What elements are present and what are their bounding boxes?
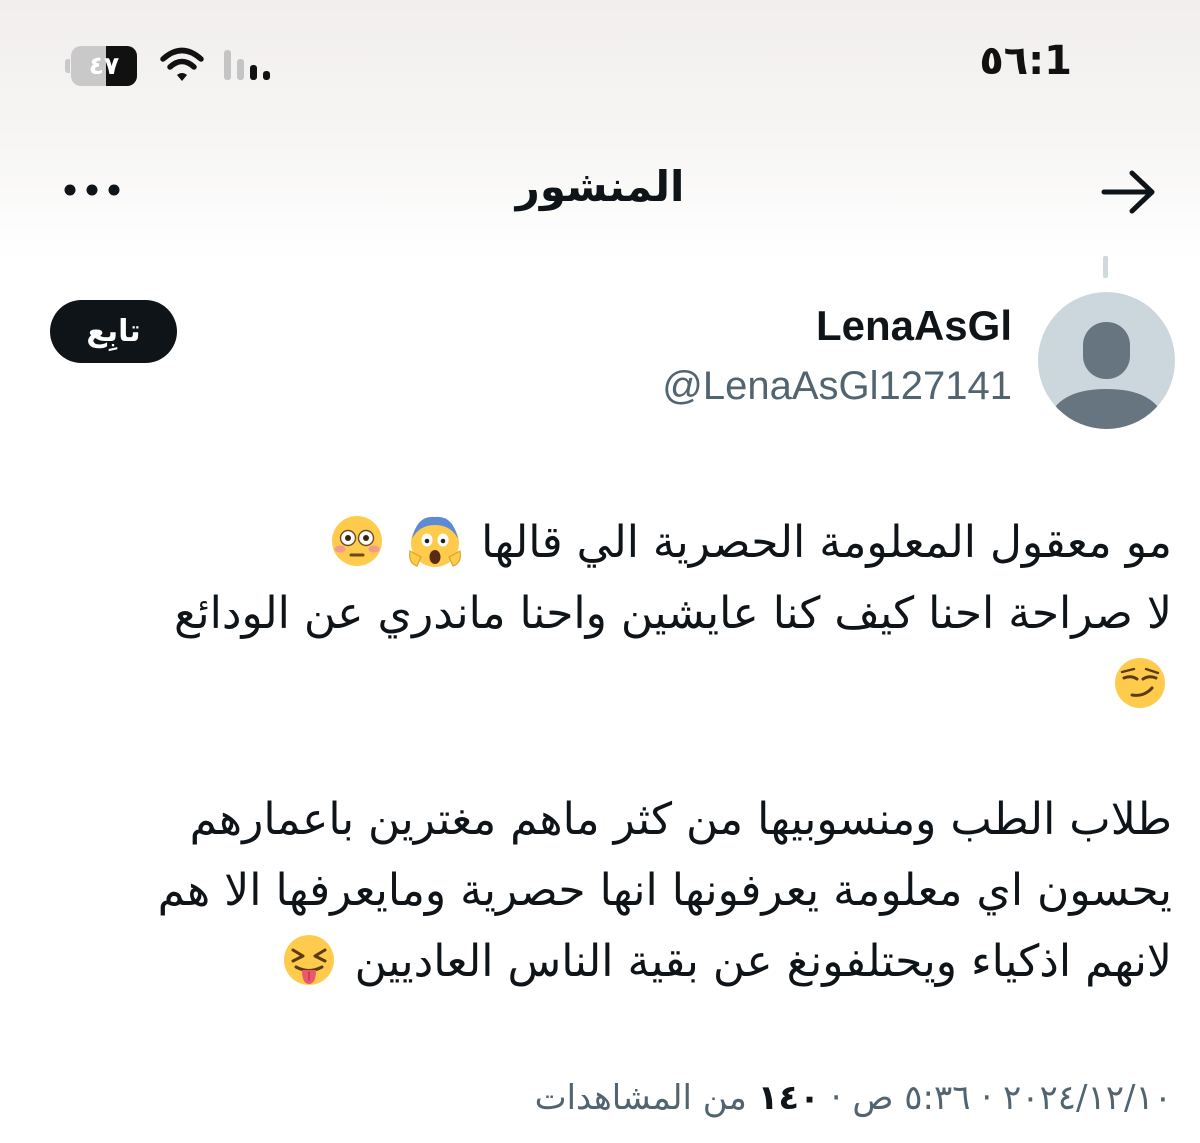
thread-connector-line: [1103, 256, 1108, 278]
meta-separator: ·: [830, 1078, 842, 1118]
author-handle[interactable]: @LenaAsGl127141: [662, 364, 1012, 409]
views-label: من المشاهدات: [534, 1078, 747, 1118]
post-line: [52, 649, 1172, 720]
post-text: مو معقول المعلومة الحصرية الي قالها لا ص…: [52, 507, 1172, 997]
cellular-signal-icon: [224, 50, 270, 80]
post-line-text: لا صراحة احنا كيف كنا عايشين واحنا ماندر…: [173, 588, 1172, 639]
battery-level: ٤٧: [88, 51, 120, 80]
status-time: 1:٥٦: [979, 38, 1072, 84]
post-line-text: مو معقول المعلومة الحصرية الي قالها: [481, 517, 1172, 568]
squinting-face-with-tongue-icon: [283, 935, 334, 985]
meta-separator: ·: [981, 1078, 993, 1118]
avatar[interactable]: [1038, 292, 1175, 429]
post-line: لا صراحة احنا كيف كنا عايشين واحنا ماندر…: [52, 578, 1172, 649]
post-line: لانهم اذكياء ويحتلفونغ عن بقية الناس الع…: [52, 926, 1172, 997]
battery-icon: ٤٧: [65, 46, 137, 86]
author-display-name[interactable]: LenaAsGl: [816, 302, 1012, 350]
post-line-text: لانهم اذكياء ويحتلفونغ عن بقية الناس الع…: [354, 936, 1172, 987]
views-count[interactable]: ١٤٠: [758, 1078, 820, 1118]
post-line: مو معقول المعلومة الحصرية الي قالها: [52, 507, 1172, 578]
post-line: طلاب الطب ومنسوبيها من كثر ماهم مغترين ب…: [52, 784, 1172, 855]
arrow-right-icon[interactable]: [1100, 168, 1158, 216]
post-line: يحسون اي معلومة يعرفونها انها حصرية وماي…: [52, 855, 1172, 926]
post-line-text: طلاب الطب ومنسوبيها من كثر ماهم مغترين ب…: [189, 794, 1172, 845]
follow-button[interactable]: تابِع: [50, 300, 177, 363]
page-title: المنشور: [515, 162, 685, 211]
post-date: ٢٠٢٤/١٢/١٠: [1002, 1078, 1172, 1118]
post-line-text: يحسون اي معلومة يعرفونها انها حصرية وماي…: [157, 865, 1172, 916]
flushed-face-icon: [332, 516, 383, 566]
smirking-face-icon: [1115, 658, 1165, 708]
wifi-icon: [160, 47, 204, 81]
post-time: ٥:٣٦ ص: [852, 1078, 971, 1118]
post-meta: ٢٠٢٤/١٢/١٠ · ٥:٣٦ ص · ١٤٠ من المشاهدات: [535, 1078, 1172, 1118]
face-screaming-in-fear-icon: [409, 516, 462, 567]
